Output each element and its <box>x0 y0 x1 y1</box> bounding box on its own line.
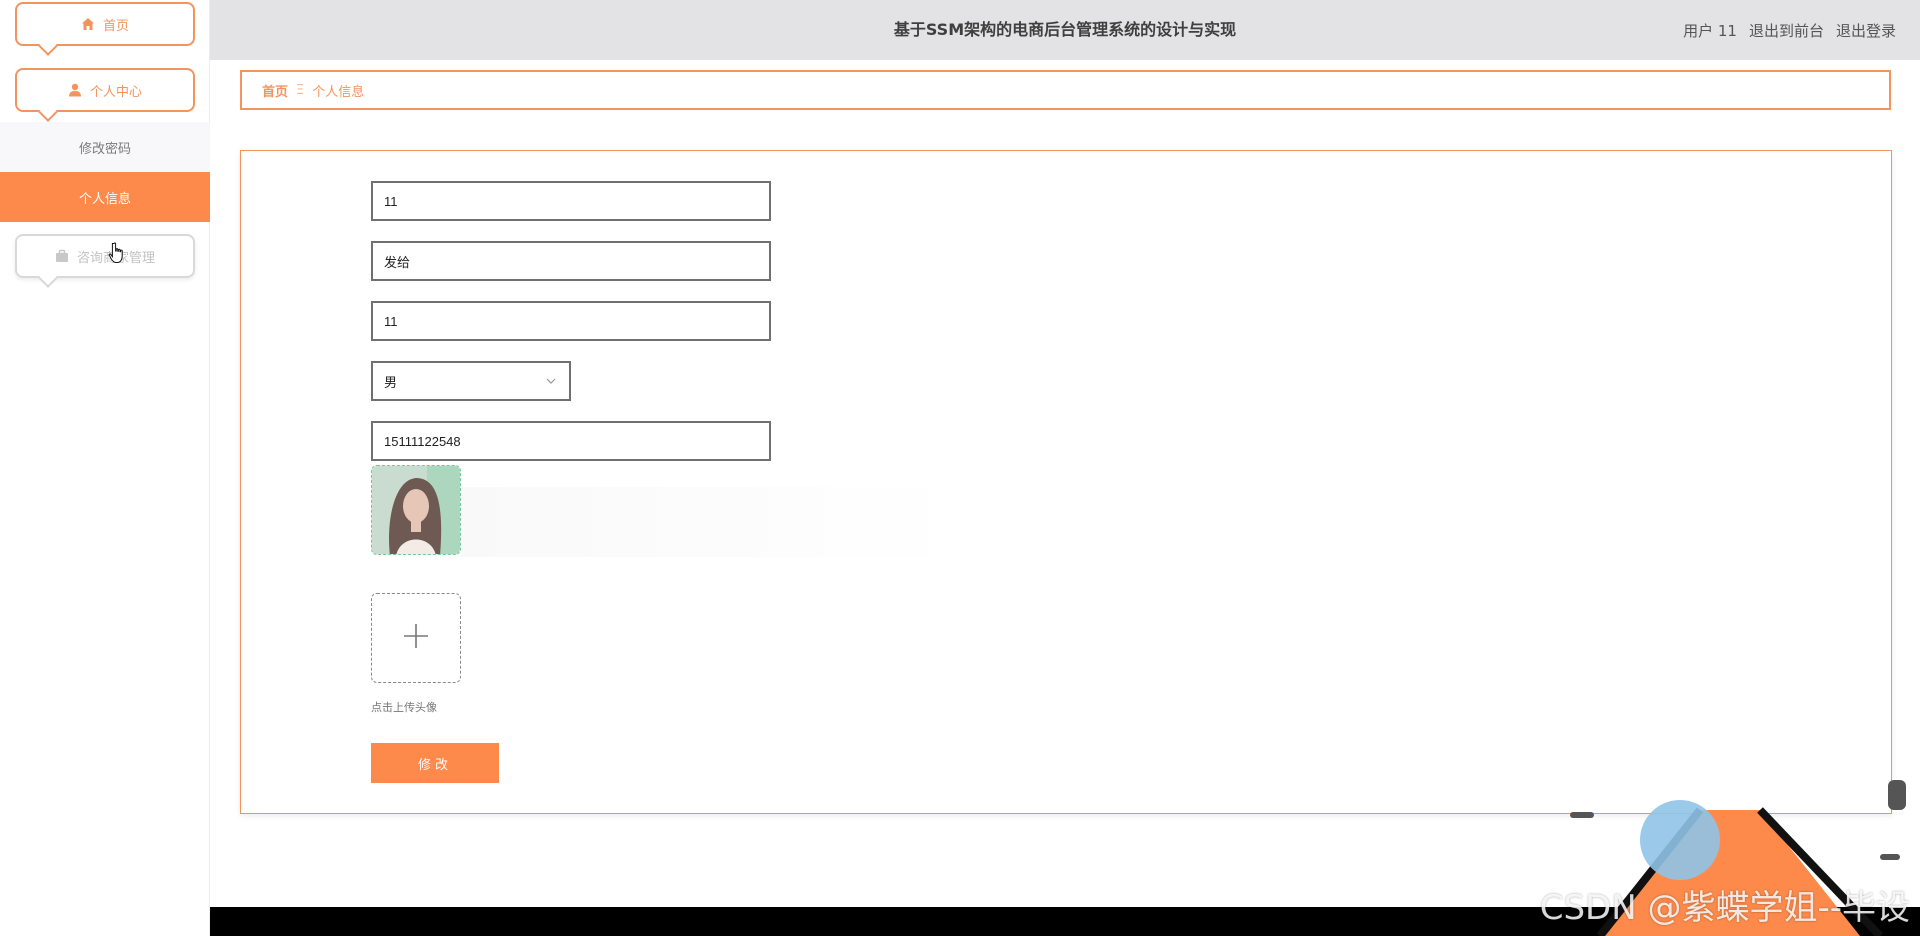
back-to-front-link[interactable]: 退出到前台 <box>1749 20 1824 41</box>
gender-select-value: 男 <box>384 375 398 391</box>
breadcrumb-separator: Ξ <box>296 82 305 98</box>
sidebar-item-personal-center[interactable]: 个人中心 <box>15 68 195 112</box>
submit-button[interactable]: 修改 <box>371 743 499 783</box>
chevron-down-icon <box>545 375 557 391</box>
name-field[interactable] <box>371 241 771 281</box>
sidebar-item-personal-info[interactable]: 个人信息 <box>0 172 210 222</box>
sidebar-item-personal-center-label: 个人中心 <box>89 84 142 100</box>
breadcrumb-home[interactable]: 首页 <box>262 81 288 100</box>
page-title: 基于SSM架构的电商后台管理系统的设计与实现 <box>893 20 1237 39</box>
header-user-actions: 用户 11 退出到前台 退出登录 <box>1683 0 1896 60</box>
sidebar-item-change-password[interactable]: 修改密码 <box>0 122 210 172</box>
logout-link[interactable]: 退出登录 <box>1836 20 1896 41</box>
briefcase-icon <box>55 249 69 263</box>
csdn-watermark: CSDN @紫蝶学姐--毕设 <box>1539 888 1910 928</box>
home-icon <box>81 17 95 31</box>
upload-tip: 点击上传头像 <box>371 701 437 714</box>
avatar-preview-fade <box>461 487 961 557</box>
breadcrumb-current: 个人信息 <box>312 84 365 100</box>
phone-field[interactable] <box>371 421 771 461</box>
sidebar-item-home-label: 首页 <box>102 18 129 34</box>
sidebar: 首页 个人中心 修改密码 个人信息 咨询商家管理 <box>0 0 210 936</box>
avatar-image[interactable] <box>371 465 461 555</box>
current-user-label: 用户 11 <box>1683 21 1737 40</box>
sidebar-item-home[interactable]: 首页 <box>15 2 195 46</box>
top-header: 基于SSM架构的电商后台管理系统的设计与实现 用户 11 退出到前台 退出登录 <box>210 0 1920 60</box>
gender-select[interactable]: 男 <box>371 361 571 401</box>
sidebar-item-consult-manage[interactable]: 咨询商家管理 <box>15 234 195 278</box>
age-field[interactable] <box>371 301 771 341</box>
avatar-upload-button[interactable] <box>371 593 461 683</box>
profile-form-panel: 账号 姓名 年龄 性别 男 手机 头像 点击上传头像 修改 <box>240 150 1892 814</box>
account-field[interactable] <box>371 181 771 221</box>
user-icon <box>68 83 82 97</box>
plus-icon <box>402 622 430 654</box>
sidebar-item-personal-info-label: 个人信息 <box>78 191 131 207</box>
breadcrumb: 首页 Ξ 个人信息 <box>240 70 1891 110</box>
hand-pointer-cursor-icon <box>108 242 126 268</box>
sidebar-item-change-password-label: 修改密码 <box>78 141 131 157</box>
